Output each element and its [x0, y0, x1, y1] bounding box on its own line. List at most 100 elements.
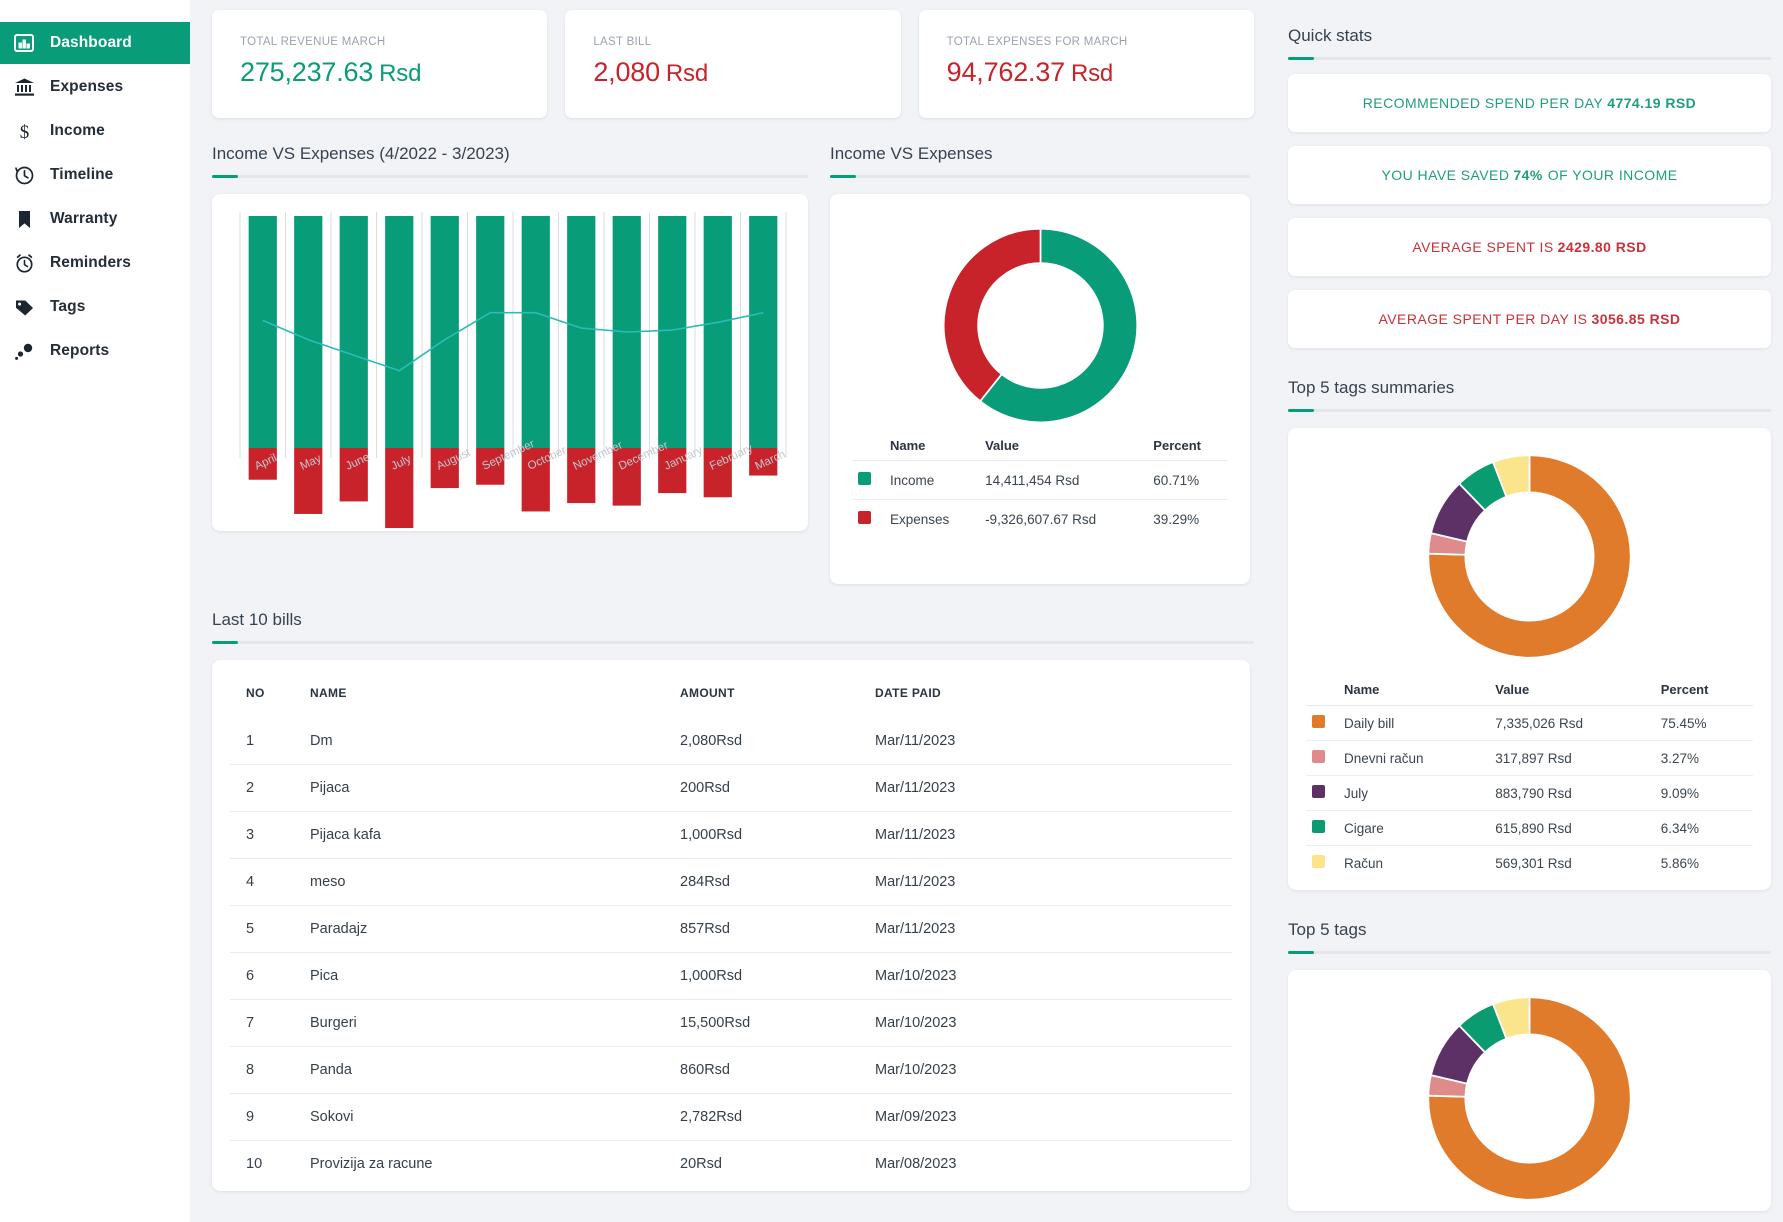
donut-holder[interactable] — [852, 218, 1228, 433]
legend-swatch-cell — [852, 500, 886, 539]
table-row[interactable]: 2 Pijaca 200Rsd Mar/11/2023 — [230, 764, 1232, 812]
col-header-value: Value — [1491, 677, 1657, 706]
stat-amount: 275,237.63 — [240, 57, 374, 87]
quick-stat-saved-percent[interactable]: YOU HAVE SAVED 74% OF YOUR INCOME — [1288, 146, 1771, 204]
legend-swatch-cell — [1306, 775, 1340, 811]
color-swatch — [1312, 750, 1325, 763]
bills-table: NO NAME AMOUNT DATE PAID 1 Dm 2,080Rsd Mar/… — [230, 670, 1232, 1187]
bill-amount: 1,000Rsd — [680, 811, 875, 859]
stat-card-last-bill: LAST BILL 2,080 Rsd — [565, 10, 901, 118]
income-expense-legend-table: Name Value Percent Income 14,411,454 Rsd — [852, 433, 1228, 538]
bar-chart-plot[interactable]: April May June July August September October No… — [222, 208, 798, 534]
bill-no: 4 — [230, 858, 310, 906]
stat-amount: 2,080 — [593, 57, 660, 87]
quick-stat-prefix: AVERAGE SPENT IS — [1412, 239, 1554, 255]
legend-swatch-cell — [1306, 705, 1340, 741]
sidebar-item-reports[interactable]: Reports — [0, 330, 190, 372]
main-area: TOTAL REVENUE MARCH 275,237.63 Rsd LAST B… — [190, 0, 1783, 1222]
donut-chart-section: Income VS Expenses Name Value Percent In… — [830, 118, 1250, 584]
bar-income[interactable] — [658, 216, 687, 448]
bill-name: Sokovi — [310, 1093, 680, 1141]
bill-date: Mar/10/2023 — [875, 999, 1232, 1047]
legend-percent: 9.09% — [1656, 775, 1753, 811]
table-row[interactable]: 6 Pica 1,000Rsd Mar/10/2023 — [230, 952, 1232, 1000]
quick-stat-prefix: YOU HAVE SAVED — [1381, 167, 1510, 183]
bar-income[interactable] — [248, 216, 277, 448]
section-underline — [212, 641, 1254, 644]
sidebar-item-label: Warranty — [50, 210, 118, 227]
svg-text:$: $ — [19, 122, 29, 142]
section-title: Last 10 bills — [212, 610, 302, 629]
table-row[interactable]: 10 Provizija za racune 20Rsd Mar/08/2023 — [230, 1140, 1232, 1187]
bill-name: Burgeri — [310, 999, 680, 1047]
stat-label: TOTAL REVENUE MARCH — [240, 36, 386, 48]
bill-name: Dm — [310, 733, 333, 749]
section-underline — [1288, 57, 1771, 60]
bill-amount: 20Rsd — [680, 1140, 875, 1187]
income-expense-bar-svg: April May June July August SeptemberOctober No… — [239, 212, 787, 534]
section-title: Top 5 tags summaries — [1288, 378, 1455, 397]
bill-no: 2 — [230, 764, 310, 812]
bill-amount: 2,080Rsd — [680, 733, 743, 749]
table-row[interactable]: 1 Dm 2,080Rsd Mar/11/2023 — [230, 718, 1232, 765]
section-title: Top 5 tags — [1288, 920, 1367, 939]
bar-income[interactable] — [567, 216, 596, 448]
bar-income[interactable] — [385, 216, 414, 448]
legend-value: 883,790 Rsd — [1491, 775, 1657, 811]
bar-income[interactable] — [703, 216, 732, 448]
color-swatch — [1312, 785, 1325, 798]
sidebar-item-reminders[interactable]: Reminders — [0, 242, 190, 284]
sidebar-item-warranty[interactable]: Warranty — [0, 198, 190, 240]
quick-stat-average-spent[interactable]: AVERAGE SPENT IS 2429.80 RSD — [1288, 218, 1771, 276]
bar-income[interactable] — [521, 216, 550, 448]
dollar-icon: $ — [12, 119, 36, 143]
sidebar-item-income[interactable]: $ Income — [0, 110, 190, 152]
col-header-date-paid: DATE PAID — [875, 686, 942, 700]
section-underline — [1288, 409, 1771, 412]
stat-card-total-revenue: TOTAL REVENUE MARCH 275,237.63 Rsd — [212, 10, 548, 118]
dashboard-page: Dashboard Expenses $ Income Timeline War… — [0, 0, 1783, 1222]
table-row[interactable]: 4 meso 284Rsd Mar/11/2023 — [230, 858, 1232, 906]
table-row: Cigare 615,890 Rsd 6.34% — [1306, 810, 1753, 846]
stat-amount: 94,762.37 — [946, 57, 1066, 87]
swatch-col-header — [1306, 677, 1340, 706]
table-row[interactable]: 3 Pijaca kafa 1,000Rsd Mar/11/2023 — [230, 811, 1232, 859]
color-swatch — [1312, 820, 1325, 833]
sidebar-item-dashboard[interactable]: Dashboard — [0, 22, 190, 64]
table-row[interactable]: 9 Sokovi 2,782Rsd Mar/09/2023 — [230, 1093, 1232, 1141]
bar-income[interactable] — [294, 216, 323, 448]
income-expense-donut-card: Name Value Percent Income 14,411,454 Rsd — [830, 194, 1250, 584]
sidebar-item-timeline[interactable]: Timeline — [0, 154, 190, 196]
legend-value: -9,326,607.67 Rsd — [985, 511, 1097, 527]
sidebar-item-label: Reminders — [50, 254, 132, 271]
bill-no: 1 — [246, 733, 255, 749]
col-header-percent: Percent — [1656, 677, 1753, 706]
tags-donut-holder[interactable] — [1306, 444, 1753, 669]
quick-stat-recommended-spend[interactable]: RECOMMENDED SPEND PER DAY 4774.19 RSD — [1288, 74, 1771, 132]
bar-income[interactable] — [476, 216, 505, 448]
bill-date: Mar/11/2023 — [875, 733, 956, 749]
bar-income[interactable] — [749, 216, 778, 448]
tags-donut-holder-2[interactable] — [1306, 986, 1753, 1211]
table-row[interactable]: 5 Paradajz 857Rsd Mar/11/2023 — [230, 905, 1232, 953]
bill-amount: 860Rsd — [680, 1046, 875, 1094]
sidebar: Dashboard Expenses $ Income Timeline War… — [0, 0, 190, 1222]
legend-percent: 6.34% — [1656, 810, 1753, 846]
bill-date: Mar/11/2023 — [875, 764, 1232, 812]
bar-chart-section: Income VS Expenses (4/2022 - 3/2023) Apr… — [212, 118, 808, 584]
bar-income[interactable] — [339, 216, 368, 448]
sidebar-item-expenses[interactable]: Expenses — [0, 66, 190, 108]
col-header-name: Name — [1340, 677, 1492, 706]
table-row[interactable]: 8 Panda 860Rsd Mar/10/2023 — [230, 1046, 1232, 1094]
table-row[interactable]: 7 Burgeri 15,500Rsd Mar/10/2023 — [230, 999, 1232, 1047]
sidebar-item-tags[interactable]: Tags — [0, 286, 190, 328]
bar-income[interactable] — [430, 216, 459, 448]
table-row: Račun 569,301 Rsd 5.86% — [1306, 846, 1753, 881]
quick-stat-average-spent-per-day[interactable]: AVERAGE SPENT PER DAY IS 3056.85 RSD — [1288, 290, 1771, 348]
legend-percent: 3.27% — [1656, 740, 1753, 776]
bill-name: Provizija za racune — [310, 1140, 680, 1187]
bill-name: Pijaca — [310, 764, 680, 812]
donut-slice[interactable] — [942, 227, 1041, 403]
top5-tags-card — [1288, 970, 1771, 1211]
bar-chart-card: April May June July August September October No… — [212, 194, 808, 534]
